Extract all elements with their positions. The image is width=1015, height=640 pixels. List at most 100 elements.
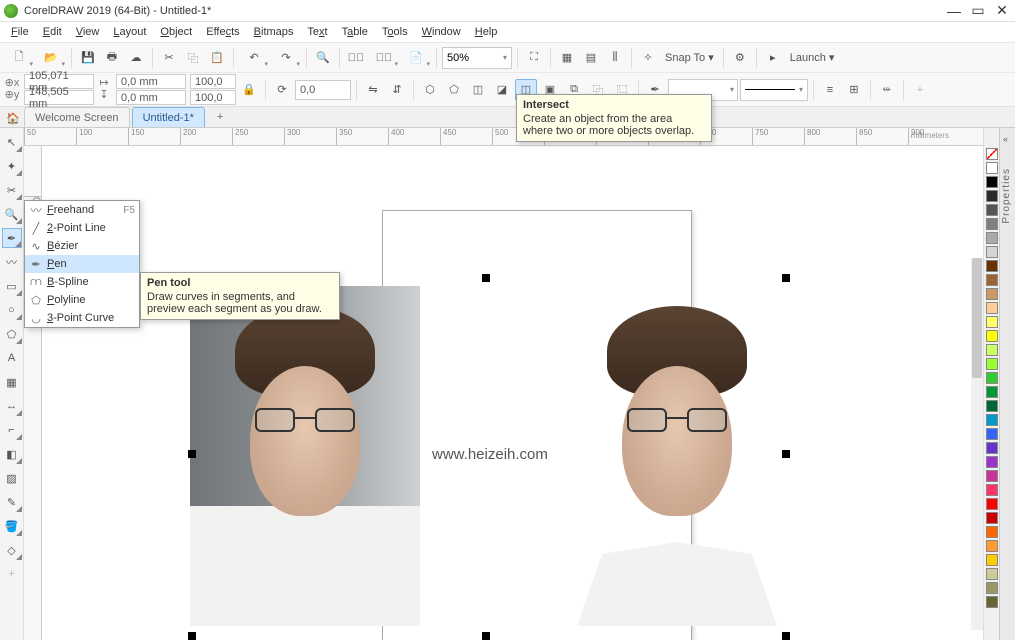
- menu-bitmaps[interactable]: Bitmaps: [247, 24, 301, 40]
- copy-button[interactable]: ⿻: [182, 47, 204, 69]
- vertical-scrollbar[interactable]: [971, 258, 983, 630]
- color-swatch[interactable]: [986, 582, 998, 594]
- cut-button[interactable]: ✂: [158, 47, 180, 69]
- color-swatch[interactable]: [986, 302, 998, 314]
- menu-file[interactable]: File: [4, 24, 36, 40]
- menu-layout[interactable]: Layout: [106, 24, 153, 40]
- launch-icon[interactable]: ▸: [762, 47, 784, 69]
- fullscreen-button[interactable]: ⛶: [523, 47, 545, 69]
- alignment-button[interactable]: ⫼: [604, 47, 626, 69]
- color-swatch[interactable]: [986, 400, 998, 412]
- selection-handle-tr[interactable]: [782, 274, 790, 282]
- lock-ratio-button[interactable]: 🔒: [238, 79, 260, 101]
- menu-view[interactable]: View: [69, 24, 107, 40]
- menu-object[interactable]: Object: [153, 24, 199, 40]
- color-swatch[interactable]: [986, 162, 998, 174]
- new-button[interactable]: 🗋: [4, 47, 34, 69]
- color-swatch[interactable]: [986, 218, 998, 230]
- color-swatch[interactable]: [986, 260, 998, 272]
- flyout-item-b-spline[interactable]: ⩋B-Spline: [25, 273, 139, 291]
- color-swatch[interactable]: [986, 288, 998, 300]
- cloud-button[interactable]: ☁: [125, 47, 147, 69]
- color-swatch[interactable]: [986, 428, 998, 440]
- home-icon[interactable]: 🏠: [4, 109, 22, 127]
- color-swatch[interactable]: [986, 554, 998, 566]
- connector-tool[interactable]: ⌐: [2, 420, 22, 440]
- shaping-weld-button[interactable]: ⬡: [419, 79, 441, 101]
- menu-text[interactable]: Text: [300, 24, 334, 40]
- color-swatch[interactable]: [986, 498, 998, 510]
- color-swatch[interactable]: [986, 470, 998, 482]
- artistic-media-tool[interactable]: 〰: [2, 252, 22, 272]
- color-swatch[interactable]: [986, 176, 998, 188]
- toolbox-add[interactable]: +: [2, 564, 22, 584]
- color-swatch[interactable]: [986, 442, 998, 454]
- color-swatch[interactable]: [986, 484, 998, 496]
- color-swatch[interactable]: [986, 568, 998, 580]
- selection-handle-br[interactable]: [782, 632, 790, 640]
- options-button[interactable]: ⚙: [729, 47, 751, 69]
- color-swatch[interactable]: [986, 246, 998, 258]
- menu-table[interactable]: Table: [335, 24, 375, 40]
- tab-add-button[interactable]: +: [207, 107, 233, 127]
- shape-tool[interactable]: ✦: [2, 156, 22, 176]
- color-swatch[interactable]: [986, 540, 998, 552]
- wrap-text-button[interactable]: ≡: [819, 79, 841, 101]
- scale-y[interactable]: 100,0: [190, 90, 236, 105]
- redo-button[interactable]: ↷: [271, 47, 301, 69]
- guidelines-button[interactable]: ▤: [580, 47, 602, 69]
- search-button[interactable]: 🔍: [312, 47, 334, 69]
- menu-help[interactable]: Help: [468, 24, 505, 40]
- paste-button[interactable]: 📋: [206, 47, 228, 69]
- color-swatch[interactable]: [986, 232, 998, 244]
- pick-tool[interactable]: ↖: [2, 132, 22, 152]
- mirror-v-button[interactable]: ⇵: [386, 79, 408, 101]
- rectangle-tool[interactable]: ▭: [2, 276, 22, 296]
- close-button[interactable]: ✕: [993, 4, 1011, 18]
- effects-tool[interactable]: ◧: [2, 444, 22, 464]
- eyedropper-tool[interactable]: ✎: [2, 492, 22, 512]
- height-field[interactable]: 0,0 mm: [116, 90, 186, 105]
- color-swatch[interactable]: [986, 316, 998, 328]
- properties-docker-tab[interactable]: « Properties: [999, 128, 1015, 640]
- color-swatch[interactable]: [986, 344, 998, 356]
- snap-grid-button[interactable]: ▦: [556, 47, 578, 69]
- align-button[interactable]: ⊞: [843, 79, 865, 101]
- selection-handle-tm[interactable]: [482, 274, 490, 282]
- export-button[interactable]: ⬆⃞: [369, 47, 399, 69]
- import-button[interactable]: ⬇⃞: [345, 47, 367, 69]
- outline-tool[interactable]: ◇: [2, 540, 22, 560]
- convert-curves-button[interactable]: ⬰: [876, 79, 898, 101]
- color-swatch[interactable]: [986, 274, 998, 286]
- undo-button[interactable]: ↶: [239, 47, 269, 69]
- dimension-tool[interactable]: ↔: [2, 396, 22, 416]
- flyout-item-b-zier[interactable]: ∿Bézier: [25, 237, 139, 255]
- menu-tools[interactable]: Tools: [375, 24, 415, 40]
- menu-edit[interactable]: Edit: [36, 24, 69, 40]
- color-swatch[interactable]: [986, 372, 998, 384]
- tab-document[interactable]: Untitled-1*: [132, 107, 205, 127]
- color-swatch[interactable]: [986, 456, 998, 468]
- text-tool[interactable]: A: [2, 348, 22, 368]
- canvas[interactable]: www.heizeih.com: [42, 146, 983, 640]
- selection-handle-ml[interactable]: [188, 450, 196, 458]
- zoom-tool[interactable]: 🔍: [2, 204, 22, 224]
- scale-x[interactable]: 100,0: [190, 74, 236, 89]
- zoom-level[interactable]: 50%: [442, 47, 512, 69]
- selection-handle-bl[interactable]: [188, 632, 196, 640]
- menu-window[interactable]: Window: [415, 24, 468, 40]
- fill-tool[interactable]: 🪣: [2, 516, 22, 536]
- color-swatch[interactable]: [986, 386, 998, 398]
- shaping-front-minus-back-button[interactable]: ◪: [491, 79, 513, 101]
- publish-button[interactable]: 📄: [401, 47, 431, 69]
- add-toolbar-button[interactable]: +: [909, 79, 931, 101]
- tab-welcome[interactable]: Welcome Screen: [24, 107, 130, 127]
- color-swatch[interactable]: [986, 204, 998, 216]
- bitmap-object-1[interactable]: [190, 286, 420, 626]
- open-button[interactable]: 📂: [36, 47, 66, 69]
- dynamic-guides-button[interactable]: ✧: [637, 47, 659, 69]
- mirror-h-button[interactable]: ⇋: [362, 79, 384, 101]
- transparency-tool[interactable]: ▨: [2, 468, 22, 488]
- color-swatch[interactable]: [986, 190, 998, 202]
- horizontal-ruler[interactable]: millimeters 5010015020025030035040045050…: [24, 128, 983, 146]
